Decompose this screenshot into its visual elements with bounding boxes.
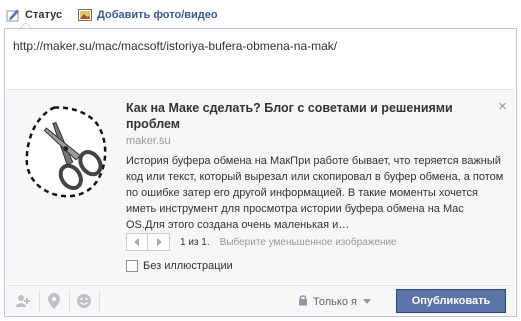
photo-icon: [78, 8, 92, 22]
next-thumbnail-button[interactable]: [148, 233, 170, 251]
chevron-down-icon: [362, 299, 371, 304]
divider: [69, 290, 70, 312]
location-icon[interactable]: [45, 292, 63, 310]
no-image-option[interactable]: Без иллюстрации: [126, 260, 233, 272]
privacy-label: Только я: [313, 295, 357, 308]
privacy-selector[interactable]: Только я: [298, 294, 371, 309]
link-title[interactable]: Как на Маке сделать? Блог с советами и р…: [126, 100, 476, 132]
link-description[interactable]: История буфера обмена на МакПри работе б…: [126, 153, 504, 233]
publish-button[interactable]: Опубликовать: [396, 289, 506, 313]
thumbnail-pager: 1 из 1. Выберите уменьшенное изображение: [126, 233, 397, 251]
tab-status-label: Статус: [25, 9, 63, 21]
divider: [39, 290, 40, 312]
chevron-left-icon: [134, 238, 139, 246]
divider: [99, 290, 100, 312]
tag-people-icon[interactable]: [14, 292, 32, 310]
close-icon[interactable]: ×: [498, 99, 507, 114]
tab-status[interactable]: Статус: [6, 6, 62, 24]
thumbnail-hint: Выберите уменьшенное изображение: [219, 236, 397, 248]
composer-box: http://maker.su/mac/macsoft/istoriya-buf…: [4, 28, 517, 317]
prev-thumbnail-button[interactable]: [126, 233, 148, 251]
composer-tabs: Статус Добавить фото/видео: [0, 0, 521, 28]
link-preview: × Как на Маке сделать? Блог с советами и…: [6, 89, 515, 284]
lock-icon: [298, 294, 308, 309]
tab-add-photo-video[interactable]: Добавить фото/видео: [78, 6, 218, 24]
no-image-checkbox[interactable]: [126, 260, 138, 272]
thumbnail-count: 1 из 1.: [180, 236, 210, 248]
feeling-icon[interactable]: [75, 292, 93, 310]
composer-text[interactable]: http://maker.su/mac/macsoft/istoriya-buf…: [13, 39, 337, 53]
tab-photo-label: Добавить фото/видео: [97, 9, 218, 21]
scissors-thumbnail[interactable]: [18, 102, 118, 202]
status-icon: [6, 8, 20, 22]
composer-bottom-bar: Только я Опубликовать: [6, 285, 515, 316]
no-image-label: Без иллюстрации: [143, 260, 233, 272]
link-domain: maker.su: [126, 135, 171, 147]
chevron-right-icon: [156, 238, 162, 246]
